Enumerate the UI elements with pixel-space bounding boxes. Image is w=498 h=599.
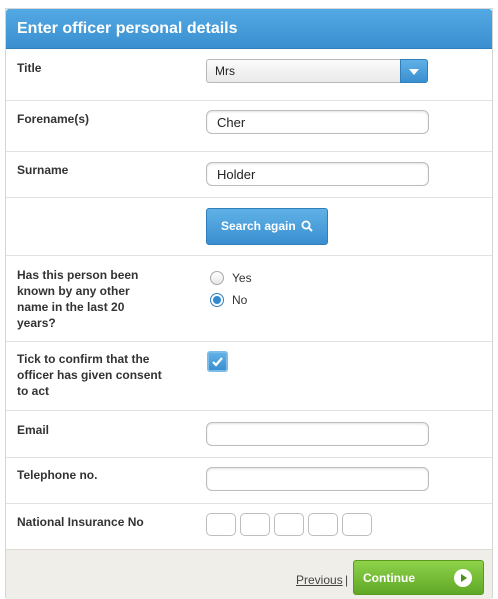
search-again-label: Search again bbox=[220, 219, 296, 233]
officer-details-panel: Enter officer personal details Title Mrs… bbox=[5, 8, 493, 599]
chevron-down-icon[interactable] bbox=[400, 59, 428, 83]
email-label: Email bbox=[17, 423, 50, 437]
title-label: Title bbox=[17, 61, 42, 75]
radio-yes[interactable] bbox=[210, 271, 224, 285]
other-name-row: Has this person been known by any other … bbox=[6, 256, 492, 342]
form-footer: Previous | Continue bbox=[6, 549, 492, 599]
page-title: Enter officer personal details bbox=[17, 20, 238, 37]
radio-no-label: No bbox=[232, 293, 248, 307]
ni-box-4[interactable] bbox=[308, 513, 338, 536]
radio-no[interactable] bbox=[210, 293, 224, 307]
consent-checkbox[interactable] bbox=[207, 351, 228, 372]
title-select[interactable]: Mrs bbox=[206, 59, 428, 83]
surname-input[interactable] bbox=[206, 162, 429, 186]
radio-option-yes[interactable]: Yes bbox=[210, 270, 252, 292]
checkmark-icon bbox=[212, 357, 223, 367]
search-icon bbox=[301, 220, 313, 232]
radio-option-no[interactable]: No bbox=[210, 292, 252, 314]
title-select-value: Mrs bbox=[215, 64, 235, 78]
consent-label: Tick to confirm that the officer has giv… bbox=[17, 352, 162, 398]
title-row: Title Mrs bbox=[6, 50, 492, 101]
telephone-input[interactable] bbox=[206, 467, 429, 491]
ni-label: National Insurance No bbox=[17, 515, 144, 529]
telephone-row: Telephone no. bbox=[6, 458, 492, 504]
forename-label: Forename(s) bbox=[17, 112, 90, 126]
ni-box-5[interactable] bbox=[342, 513, 372, 536]
ni-box-3[interactable] bbox=[274, 513, 304, 536]
search-again-button[interactable]: Search again bbox=[206, 208, 328, 245]
continue-button[interactable]: Continue bbox=[353, 560, 484, 595]
ni-box-2[interactable] bbox=[240, 513, 270, 536]
other-name-radio-group: Yes No bbox=[210, 270, 252, 314]
consent-row: Tick to confirm that the officer has giv… bbox=[6, 342, 492, 411]
search-row: Search again bbox=[6, 198, 492, 256]
ni-input-group bbox=[206, 513, 372, 536]
surname-label: Surname bbox=[17, 163, 69, 177]
surname-row: Surname bbox=[6, 152, 492, 198]
other-name-label: Has this person been known by any other … bbox=[17, 268, 139, 330]
continue-label: Continue bbox=[363, 571, 415, 585]
arrow-right-circle-icon bbox=[454, 569, 472, 587]
email-row: Email bbox=[6, 411, 492, 458]
ni-row: National Insurance No bbox=[6, 504, 492, 549]
email-input[interactable] bbox=[206, 422, 429, 446]
telephone-label: Telephone no. bbox=[17, 468, 98, 482]
previous-link[interactable]: Previous bbox=[296, 573, 343, 587]
panel-header: Enter officer personal details bbox=[6, 9, 492, 49]
radio-yes-label: Yes bbox=[232, 271, 252, 285]
forename-row: Forename(s) bbox=[6, 101, 492, 152]
footer-separator: | bbox=[345, 573, 349, 587]
forename-input[interactable] bbox=[206, 110, 429, 134]
ni-box-1[interactable] bbox=[206, 513, 236, 536]
